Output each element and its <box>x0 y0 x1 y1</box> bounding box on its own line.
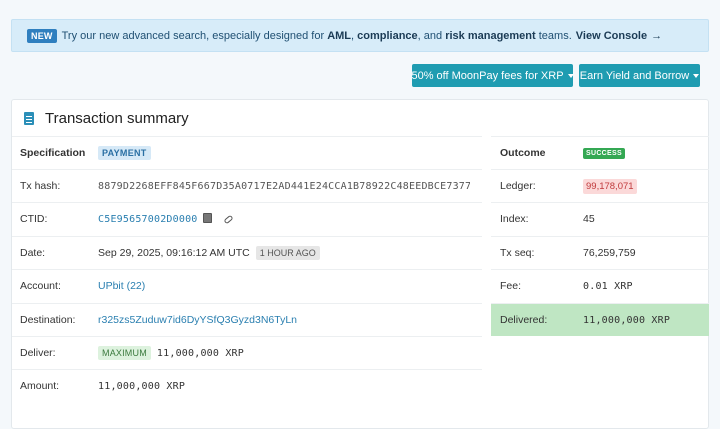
time-ago-badge: 1 HOUR AGO <box>255 246 320 260</box>
banner-compliance: compliance <box>357 29 418 42</box>
success-badge: SUCCESS <box>583 147 625 159</box>
outcome-row: Outcome SUCCESS <box>491 136 709 169</box>
specification-value: PAYMENT <box>98 146 151 160</box>
ctid-row: CTID: C5E95657002D0000 <box>12 202 482 235</box>
payment-type-badge: PAYMENT <box>98 146 151 160</box>
txseq-row: Tx seq: 76,259,759 <box>491 236 709 269</box>
maximum-badge: MAXIMUM <box>98 346 151 360</box>
delivered-label: Delivered: <box>500 314 548 326</box>
txseq-label: Tx seq: <box>500 247 535 259</box>
link-icon[interactable] <box>222 214 234 224</box>
destination-link[interactable]: r325zs5Zuduw7id6DyYSfQ3Gyzd3N6TyLn <box>98 314 297 326</box>
index-label: Index: <box>500 213 529 225</box>
deliver-label: Deliver: <box>20 347 56 359</box>
banner-text-pre: Try our new advanced search, especially … <box>61 29 325 42</box>
ctid-value-wrap: C5E95657002D0000 <box>98 213 234 225</box>
ledger-link[interactable]: 99,178,071 <box>583 178 637 194</box>
ledger-value-wrap: 99,178,071 <box>583 178 637 194</box>
fee-label: Fee: <box>500 280 522 292</box>
destination-label: Destination: <box>20 314 76 326</box>
txseq-value: 76,259,759 <box>583 247 636 259</box>
date-value: Sep 29, 2025, 09:16:12 AM UTC <box>98 247 250 259</box>
outcome-value-wrap: SUCCESS <box>583 147 625 159</box>
date-row: Date: Sep 29, 2025, 09:16:12 AM UTC 1 HO… <box>12 236 482 269</box>
amount-value: 11,000,000 XRP <box>98 380 186 392</box>
delivered-value: 11,000,000 XRP <box>583 314 671 326</box>
deliver-value-wrap: MAXIMUM 11,000,000 XRP <box>98 346 244 360</box>
amount-row: Amount: 11,000,000 XRP <box>12 369 482 402</box>
earn-button-label: Earn Yield and Borrow <box>579 69 690 82</box>
banner-text: Try our new advanced search, especially … <box>62 30 572 42</box>
arrow-right-icon: → <box>651 29 663 42</box>
banner-comma: , <box>351 29 355 42</box>
banner-and: , and <box>417 29 443 42</box>
copy-icon[interactable] <box>202 213 212 223</box>
banner-aml: AML <box>327 29 352 42</box>
banner-risk: risk management <box>445 29 536 42</box>
view-console-link[interactable]: View Console <box>576 30 647 42</box>
destination-row: Destination: r325zs5Zuduw7id6DyYSfQ3Gyzd… <box>12 303 482 336</box>
specification-label: Specification <box>20 147 86 159</box>
new-badge: NEW <box>27 28 57 43</box>
fee-row: Fee: 0.01 XRP <box>491 269 709 302</box>
caret-down-icon <box>567 73 574 78</box>
txhash-value[interactable]: 8879D2268EFF845F667D35A0717E2AD441E24CCA… <box>98 181 470 192</box>
txhash-row: Tx hash: 8879D2268EFF845F667D35A0717E2AD… <box>12 169 482 202</box>
amount-label: Amount: <box>20 380 60 392</box>
delivered-row: Delivered: 11,000,000 XRP <box>491 303 709 336</box>
moonpay-dropdown-button[interactable]: 50% off MoonPay fees for XRP <box>411 64 574 87</box>
moonpay-button-label: 50% off MoonPay fees for XRP <box>411 69 564 82</box>
ctid-label: CTID: <box>20 213 48 225</box>
specification-row: Specification PAYMENT <box>12 136 482 169</box>
index-value: 45 <box>583 213 595 225</box>
banner-text-post: teams. <box>538 29 572 42</box>
ledger-row: Ledger: 99,178,071 <box>491 169 709 202</box>
outcome-label: Outcome <box>500 147 546 159</box>
transaction-summary-card: Transaction summary Specification PAYMEN… <box>11 99 709 429</box>
fee-value: 0.01 XRP <box>583 280 633 292</box>
account-link[interactable]: UPbit (22) <box>98 280 145 292</box>
account-row: Account: UPbit (22) <box>12 269 482 302</box>
advanced-search-banner: NEW Try our new advanced search, especia… <box>11 19 709 52</box>
ctid-value[interactable]: C5E95657002D0000 <box>98 214 198 225</box>
ledger-label: Ledger: <box>500 180 536 192</box>
txhash-label: Tx hash: <box>20 180 61 192</box>
deliver-value: 11,000,000 XRP <box>156 347 244 359</box>
deliver-row: Deliver: MAXIMUM 11,000,000 XRP <box>12 336 482 369</box>
date-label: Date: <box>20 247 46 259</box>
card-title-text: Transaction summary <box>45 110 189 127</box>
earn-yield-dropdown-button[interactable]: Earn Yield and Borrow <box>579 64 700 87</box>
document-icon <box>24 112 34 125</box>
caret-down-icon <box>693 73 700 78</box>
account-label: Account: <box>20 280 61 292</box>
card-title: Transaction summary <box>24 110 189 127</box>
date-value-wrap: Sep 29, 2025, 09:16:12 AM UTC 1 HOUR AGO <box>98 246 320 260</box>
index-row: Index: 45 <box>491 202 709 235</box>
